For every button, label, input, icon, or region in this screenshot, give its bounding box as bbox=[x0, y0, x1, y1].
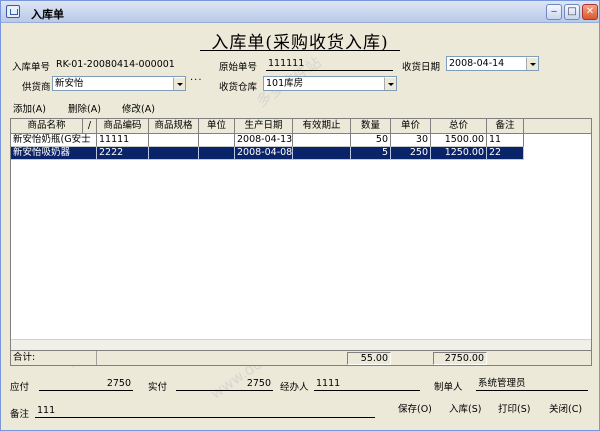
col-header-expiry[interactable]: 有效期止 bbox=[293, 119, 351, 134]
payable-field[interactable]: 2750 bbox=[39, 377, 133, 391]
col-header-price[interactable]: 单价 bbox=[391, 119, 431, 134]
cell-code[interactable]: 2222 bbox=[97, 147, 149, 160]
supplier-label: 供货商 bbox=[22, 82, 51, 93]
supplier-select[interactable]: 新安怡 bbox=[52, 76, 186, 91]
save-button[interactable]: 保存(O) bbox=[398, 401, 432, 415]
print-button[interactable]: 打印(S) bbox=[498, 401, 530, 415]
warehouse-value: 101库房 bbox=[266, 78, 304, 89]
col-header-total[interactable]: 总价 bbox=[431, 119, 487, 134]
cell-name[interactable]: 新安怡吸奶器 bbox=[11, 147, 97, 160]
cell-qty[interactable]: 50 bbox=[351, 134, 391, 147]
chevron-down-icon[interactable] bbox=[173, 77, 185, 90]
order-no-label: 入库单号 bbox=[12, 62, 51, 73]
remark-label: 备注 bbox=[10, 409, 30, 420]
cell-note[interactable]: 22 bbox=[487, 147, 524, 160]
cell-expiry[interactable] bbox=[293, 134, 351, 147]
creator-label: 制单人 bbox=[434, 382, 463, 393]
cell-unit[interactable] bbox=[199, 147, 235, 160]
summary-row: 合计: 55.00 2750.00 bbox=[11, 350, 591, 365]
cell-total[interactable]: 1500.00 bbox=[431, 134, 487, 147]
recv-date-value: 2008-04-14 bbox=[449, 58, 505, 69]
app-home-icon bbox=[6, 5, 20, 18]
recv-date-picker[interactable]: 2008-04-14 bbox=[446, 56, 539, 71]
sum-total: 2750.00 bbox=[433, 352, 487, 365]
col-header-note[interactable]: 备注 bbox=[487, 119, 524, 134]
add-button[interactable]: 添加(A) bbox=[13, 101, 46, 115]
paid-field[interactable]: 2750 bbox=[176, 377, 273, 391]
cell-spec[interactable] bbox=[149, 134, 199, 147]
title-bar[interactable]: 入库单 ‒ □ ✕ bbox=[1, 1, 599, 23]
window-title: 入库单 bbox=[31, 8, 64, 21]
cell-prod-date[interactable]: 2008-04-13 bbox=[235, 134, 293, 147]
sum-qty: 55.00 bbox=[347, 352, 391, 365]
recv-date-label: 收货日期 bbox=[402, 62, 441, 73]
stock-in-button[interactable]: 入库(S) bbox=[449, 401, 481, 415]
cell-prod-date[interactable]: 2008-04-08 bbox=[235, 147, 293, 160]
close-window-button[interactable]: ✕ bbox=[582, 4, 598, 20]
edit-button[interactable]: 修改(A) bbox=[122, 101, 155, 115]
payable-label: 应付 bbox=[10, 382, 30, 393]
horizontal-scrollbar[interactable] bbox=[11, 339, 591, 350]
window: 入库单 ‒ □ ✕ 多多软件站 www.ddooo.com 多多软件站 www.… bbox=[0, 0, 600, 431]
delete-button[interactable]: 删除(A) bbox=[68, 101, 101, 115]
cell-total[interactable]: 1250.00 bbox=[431, 147, 487, 160]
orig-no-field[interactable]: 111111 bbox=[266, 57, 393, 71]
orig-no-label: 原始单号 bbox=[219, 62, 258, 73]
cell-unit[interactable] bbox=[199, 134, 235, 147]
chevron-down-icon[interactable] bbox=[526, 57, 538, 70]
supplier-value: 新安怡 bbox=[55, 78, 84, 89]
creator-field: 系统管理员 bbox=[476, 377, 588, 391]
col-header-prod-date[interactable]: 生产日期 bbox=[235, 119, 293, 134]
cell-code[interactable]: 11111 bbox=[97, 134, 149, 147]
close-button[interactable]: 关闭(C) bbox=[549, 401, 582, 415]
table-row[interactable]: 新安怡奶瓶(G安士 11111 2008-04-13 50 30 1500.00… bbox=[11, 134, 524, 147]
col-header-code[interactable]: 商品编码 bbox=[97, 119, 149, 134]
table-header: 商品名称 / 商品编码 商品规格 单位 生产日期 有效期止 数量 单价 总价 备… bbox=[11, 119, 591, 134]
cell-price[interactable]: 30 bbox=[391, 134, 431, 147]
col-header-name[interactable]: 商品名称 bbox=[11, 119, 83, 134]
table-row-selected[interactable]: 新安怡吸奶器 2222 2008-04-08 5 250 1250.00 22 bbox=[11, 147, 524, 160]
cell-price[interactable]: 250 bbox=[391, 147, 431, 160]
title-underline bbox=[200, 50, 400, 51]
items-table[interactable]: 商品名称 / 商品编码 商品规格 单位 生产日期 有效期止 数量 单价 总价 备… bbox=[10, 118, 592, 366]
cell-expiry[interactable] bbox=[293, 147, 351, 160]
cell-note[interactable]: 11 bbox=[487, 134, 524, 147]
col-header-qty[interactable]: 数量 bbox=[351, 119, 391, 134]
remark-field[interactable]: 111 bbox=[35, 404, 375, 418]
order-no-value: RK-01-20080414-000001 bbox=[56, 59, 175, 70]
maximize-button[interactable]: □ bbox=[564, 4, 580, 20]
warehouse-select[interactable]: 101库房 bbox=[263, 76, 397, 91]
chevron-down-icon[interactable] bbox=[384, 77, 396, 90]
col-header-sort[interactable]: / bbox=[83, 119, 97, 134]
cell-name[interactable]: 新安怡奶瓶(G安士 bbox=[11, 134, 97, 147]
col-header-spec[interactable]: 商品规格 bbox=[149, 119, 199, 134]
handler-label: 经办人 bbox=[280, 382, 309, 393]
sum-label: 合计: bbox=[11, 351, 97, 365]
warehouse-label: 收货仓库 bbox=[219, 82, 258, 93]
paid-label: 实付 bbox=[148, 382, 168, 393]
handler-field[interactable]: 1111 bbox=[314, 377, 420, 391]
cell-spec[interactable] bbox=[149, 147, 199, 160]
cell-qty[interactable]: 5 bbox=[351, 147, 391, 160]
minimize-button[interactable]: ‒ bbox=[546, 4, 562, 20]
supplier-browse-button[interactable]: ··· bbox=[190, 75, 203, 86]
col-header-unit[interactable]: 单位 bbox=[199, 119, 235, 134]
